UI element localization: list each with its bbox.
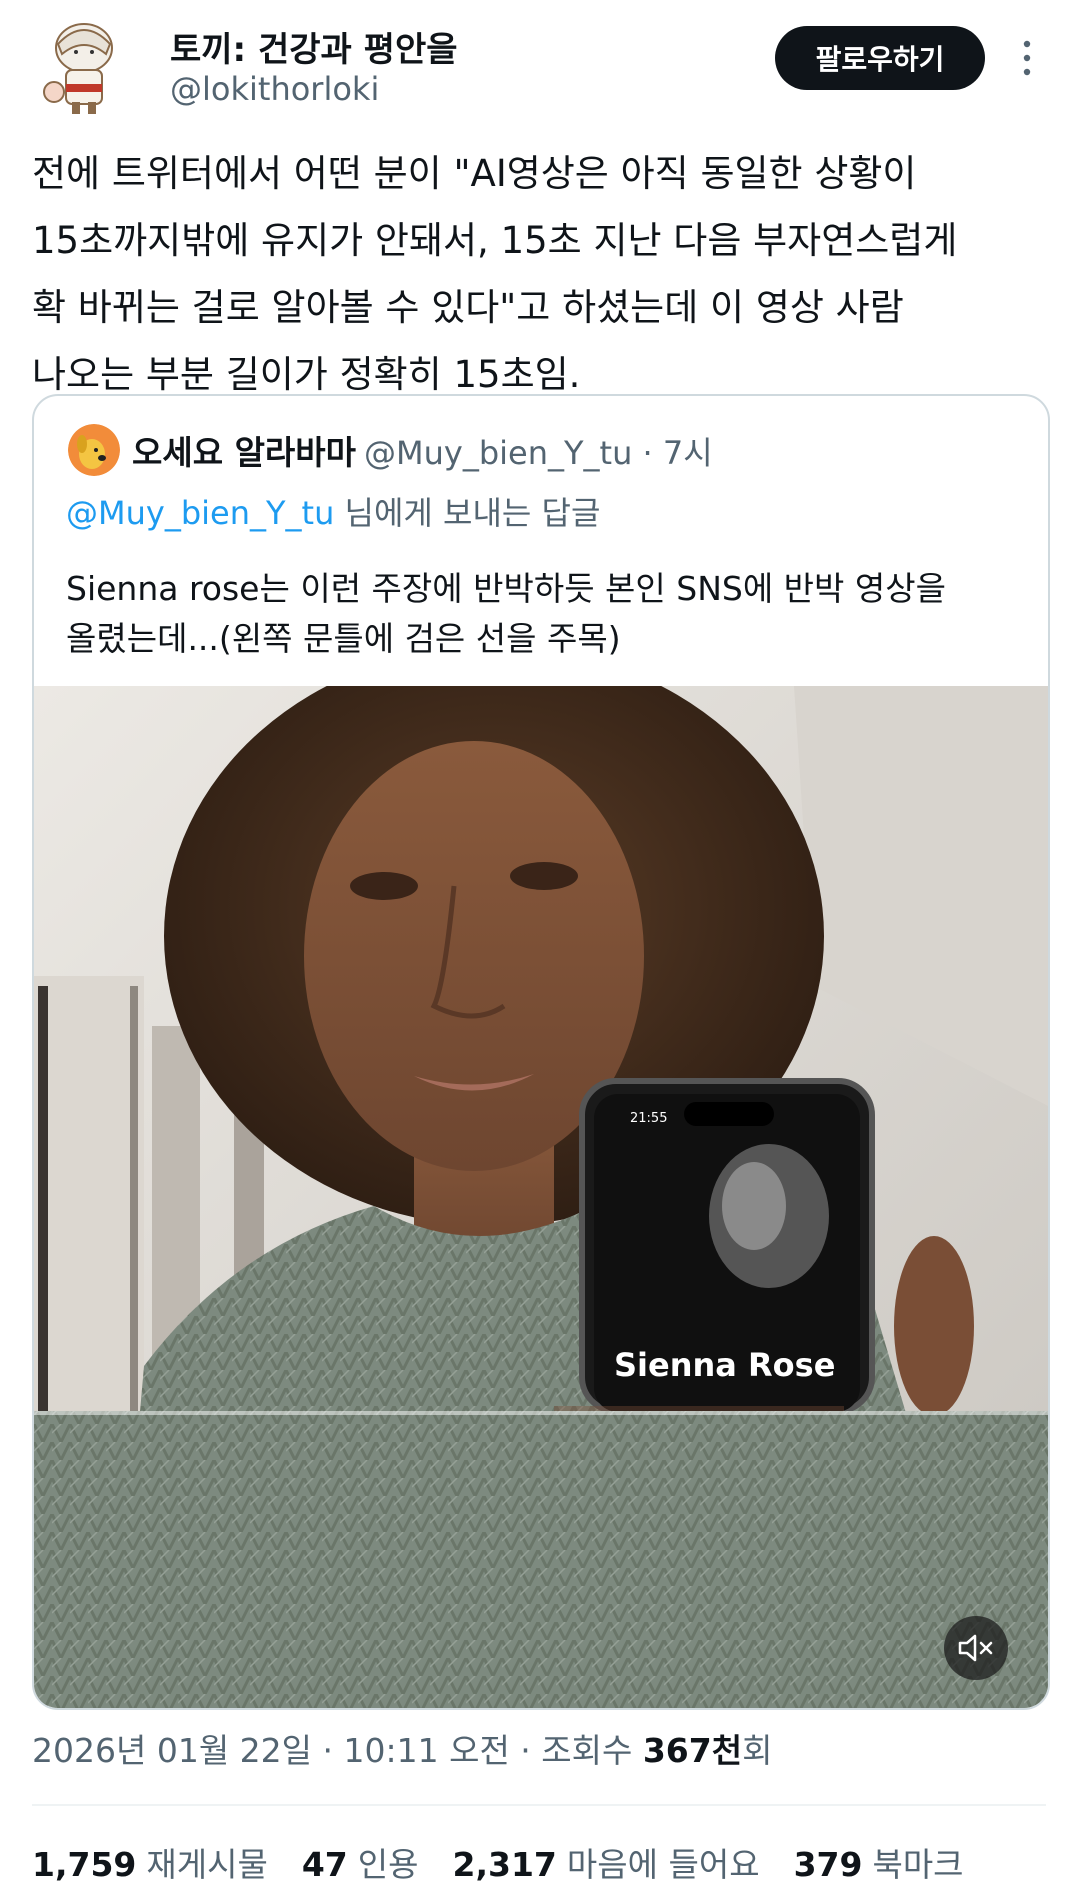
stat-bookmarks[interactable]: 379 북마크	[794, 1838, 964, 1888]
stat-label: 재게시물	[146, 1845, 268, 1884]
views-count: 367천	[642, 1731, 743, 1770]
tweet-timestamp-views: 2026년 01월 22일 · 10:11 오전 · 조회수 367천회	[32, 1724, 772, 1772]
volume-mute-icon	[958, 1634, 993, 1662]
stat-number: 2,317	[452, 1845, 557, 1884]
engagement-stats: 1,759 재게시물 47 인용 2,317 마음에 들어요 379 북마크	[32, 1838, 964, 1888]
mute-button[interactable]	[944, 1616, 1008, 1680]
stat-likes[interactable]: 2,317 마음에 들어요	[453, 1838, 760, 1888]
follow-button[interactable]: 팔로우하기	[775, 26, 985, 90]
stat-label: 북마크	[872, 1845, 964, 1884]
quote-video[interactable]: 21:55 Sienna Rose	[34, 686, 1048, 1708]
divider	[32, 1804, 1046, 1806]
quote-text: Sienna rose는 이런 주장에 반박하듯 본인 SNS에 반박 영상을 …	[66, 569, 946, 658]
reply-mention-link[interactable]: @Muy_bien_Y_tu	[66, 494, 334, 532]
quote-author-avatar[interactable]	[68, 424, 120, 476]
author-display-name[interactable]: 토끼: 건강과 평안을	[170, 22, 458, 71]
tweet-header: 토끼: 건강과 평안을 @lokithorloki 팔로우하기	[0, 0, 1079, 140]
tweet-timestamp[interactable]: 2026년 01월 22일 · 10:11 오전 · 조회수	[32, 1731, 643, 1770]
stat-reposts[interactable]: 1,759 재게시물	[32, 1838, 268, 1888]
quote-author-handle-time[interactable]: @Muy_bien_Y_tu · 7시	[364, 428, 713, 474]
quote-author-name[interactable]: 오세요 알라바마	[132, 426, 356, 474]
stat-number: 47	[301, 1845, 348, 1884]
quoted-tweet-card[interactable]: 오세요 알라바마 @Muy_bien_Y_tu · 7시 @Muy_bien_Y…	[32, 394, 1050, 1710]
stat-label: 마음에 들어요	[566, 1845, 760, 1884]
stat-label: 인용	[357, 1845, 419, 1884]
more-vertical-icon[interactable]	[1012, 36, 1042, 80]
phone-time: 21:55	[630, 1111, 667, 1126]
author-handle[interactable]: @lokithorloki	[170, 70, 379, 108]
views-suffix: 회	[742, 1731, 773, 1770]
stat-quotes[interactable]: 47 인용	[302, 1838, 419, 1888]
phone-caption: Sienna Rose	[614, 1346, 835, 1384]
author-avatar[interactable]	[36, 14, 132, 118]
reply-suffix: 님에게 보내는 답글	[334, 494, 601, 532]
tweet-text: 전에 트위터에서 어떤 분이 "AI영상은 아직 동일한 상황이 15초까지밖에…	[32, 152, 958, 396]
stat-number: 1,759	[32, 1845, 137, 1884]
stat-number: 379	[793, 1845, 863, 1884]
quote-reply-context: @Muy_bien_Y_tu 님에게 보내는 답글	[66, 488, 600, 534]
